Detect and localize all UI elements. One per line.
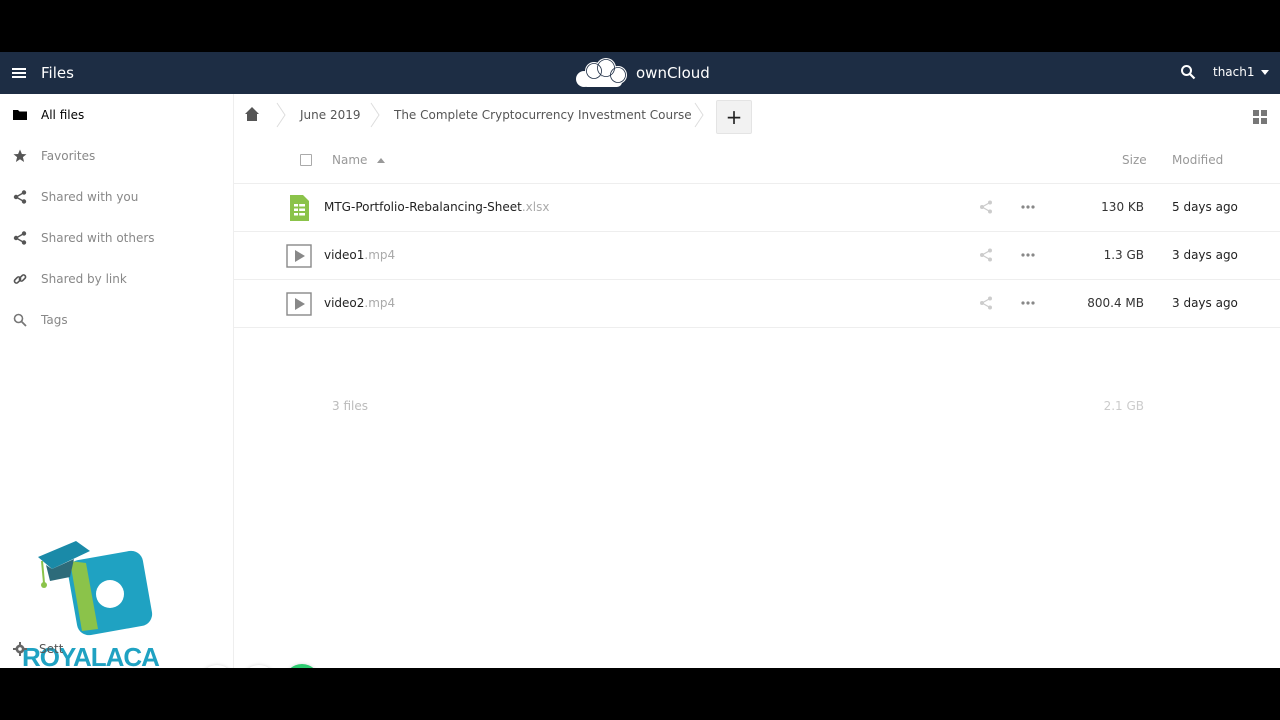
search-icon	[13, 313, 27, 327]
ellipsis-icon[interactable]	[1020, 296, 1036, 310]
grid-view-icon[interactable]	[1253, 110, 1267, 124]
sidebar-item-label: All files	[41, 108, 85, 122]
graduation-cap-icon	[38, 541, 153, 636]
file-row[interactable]: video1.mp4 1.3 GB 3 days ago	[234, 232, 1280, 280]
header-search-button[interactable]	[1180, 64, 1198, 82]
file-modified: 3 days ago	[1172, 248, 1238, 262]
share-icon[interactable]	[979, 200, 993, 214]
file-extension: .mp4	[364, 248, 396, 262]
main-content: June 2019 The Complete Cryptocurrency In…	[234, 94, 1280, 668]
file-name: MTG-Portfolio-Rebalancing-Sheet.xlsx	[324, 200, 549, 214]
summary-total-size: 2.1 GB	[1103, 399, 1144, 413]
sidebar: All files Favorites Shared with you Shar…	[0, 94, 320, 668]
hamburger-icon	[12, 68, 26, 78]
caret-down-icon	[1260, 69, 1269, 75]
file-extension: .mp4	[364, 296, 396, 310]
sidebar-item-shared-with-others[interactable]: Shared with others	[0, 220, 233, 256]
sidebar-item-shared-with-you[interactable]: Shared with you	[0, 179, 233, 215]
breadcrumb-separator-icon	[370, 102, 380, 128]
column-header-size[interactable]: Size	[1122, 153, 1147, 167]
link-icon	[13, 274, 27, 284]
sidebar-item-label: Tags	[41, 313, 68, 327]
settings-button[interactable]: Settings	[0, 632, 233, 668]
breadcrumb-item[interactable]: The Complete Cryptocurrency Investment C…	[394, 108, 692, 122]
gear-icon	[13, 642, 27, 656]
column-header-modified[interactable]: Modified	[1172, 153, 1223, 167]
file-row[interactable]: video2.mp4 800.4 MB 3 days ago	[234, 280, 1280, 328]
sidebar-item-tags[interactable]: Tags	[0, 302, 233, 338]
top-header: Files ownCloud thach1	[0, 52, 1280, 94]
breadcrumb-item[interactable]: June 2019	[300, 108, 361, 122]
sidebar-item-label: Shared with you	[41, 190, 139, 204]
video-icon	[286, 292, 312, 316]
file-size: 800.4 MB	[1087, 296, 1144, 310]
home-icon[interactable]	[244, 106, 260, 122]
video-icon	[286, 244, 312, 268]
file-modified: 5 days ago	[1172, 200, 1238, 214]
sidebar-item-shared-by-link[interactable]: Shared by link	[0, 261, 233, 297]
brand-logo[interactable]: ownCloud	[572, 56, 710, 90]
sidebar-item-label: Shared with others	[41, 231, 155, 245]
cancel-button[interactable]	[200, 665, 234, 668]
sidebar-item-favorites[interactable]: Favorites	[0, 138, 233, 174]
breadcrumb-separator-icon	[276, 102, 286, 128]
summary-file-count: 3 files	[332, 399, 368, 413]
brand-name: ownCloud	[636, 64, 710, 82]
share-icon	[13, 190, 27, 204]
spreadsheet-icon	[290, 195, 309, 221]
header-app-title[interactable]: Files	[41, 64, 74, 82]
file-basename: video2	[324, 296, 365, 310]
search-icon	[1181, 65, 1196, 80]
settings-label: Settings	[39, 642, 63, 656]
file-name: video2.mp4	[324, 296, 395, 310]
sidebar-item-label: Shared by link	[41, 272, 127, 286]
ellipsis-icon[interactable]	[1020, 200, 1036, 214]
cloud-icon	[576, 58, 627, 87]
file-name: video1.mp4	[324, 248, 395, 262]
file-modified: 3 days ago	[1172, 296, 1238, 310]
breadcrumb-separator-icon	[694, 102, 704, 128]
share-icon[interactable]	[979, 248, 993, 262]
share-icon	[13, 231, 27, 245]
user-menu[interactable]: thach1	[1213, 65, 1269, 79]
folder-icon	[13, 110, 27, 120]
column-header-name[interactable]: Name	[332, 153, 386, 167]
share-icon[interactable]	[979, 296, 993, 310]
user-name: thach1	[1213, 65, 1255, 79]
file-row[interactable]: MTG-Portfolio-Rebalancing-Sheet.xlsx 130…	[234, 184, 1280, 232]
ellipsis-icon[interactable]	[1020, 248, 1036, 262]
sidebar-item-all-files[interactable]: All files	[0, 97, 233, 133]
sort-ascending-icon	[377, 158, 386, 163]
file-table-header: Name Size Modified	[234, 138, 1280, 184]
new-file-button[interactable]: +	[716, 100, 752, 134]
file-basename: video1	[324, 248, 365, 262]
select-all-checkbox[interactable]	[300, 154, 312, 166]
column-header-name-label: Name	[332, 153, 368, 167]
file-size: 1.3 GB	[1103, 248, 1144, 262]
breadcrumb: June 2019 The Complete Cryptocurrency In…	[234, 94, 1280, 138]
file-size: 130 KB	[1101, 200, 1144, 214]
file-basename: MTG-Portfolio-Rebalancing-Sheet	[324, 200, 522, 214]
star-icon	[13, 149, 27, 162]
owncloud-app: Files ownCloud thach1 All files Favorite…	[0, 52, 1280, 668]
file-summary: 3 files 2.1 GB	[234, 391, 1280, 421]
file-extension: .xlsx	[521, 200, 550, 214]
sidebar-item-label: Favorites	[41, 149, 96, 163]
